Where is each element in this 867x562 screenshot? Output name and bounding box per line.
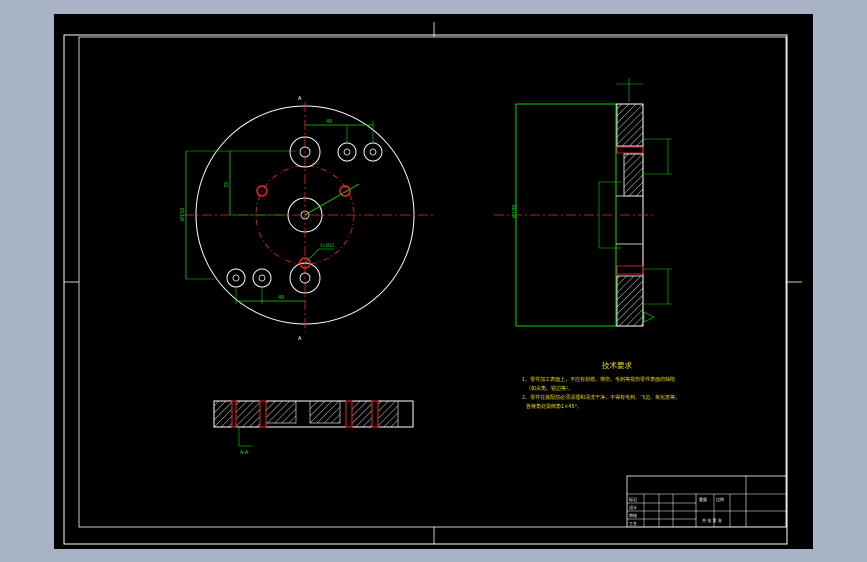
tech-line-4: 各棱角处需倒角1×45°。 (526, 403, 582, 410)
dim-bottom-label: 40 (278, 295, 284, 301)
tech-requirements: 技术要求 1、零件加工表面上，不应有划痕、擦伤、毛刺等损伤零件表面的缺陷 （如尖… (522, 360, 680, 410)
dim-side-label: Ø180 (511, 205, 518, 218)
side-hatch-mid (623, 153, 644, 197)
tb-review: 审核 (629, 512, 637, 518)
side-section-view: Ø180 (494, 78, 672, 327)
dim-top-label: 40 (326, 119, 332, 125)
hole-right-1 (337, 142, 357, 162)
dim-hole-label: 3×Ø12 (320, 243, 335, 248)
tech-line-2: （如尖角、锐边等）。 (526, 385, 574, 392)
bottom-section-view: A-A (213, 400, 414, 456)
sheet-outer-border (63, 34, 788, 545)
hole-left-2 (252, 268, 272, 288)
dim-left-label: Ø150 (179, 208, 186, 221)
tech-line-1: 1、零件加工表面上，不应有划痕、擦伤、毛刺等损伤零件表面的缺陷 (522, 376, 675, 383)
tb-process: 工艺 (629, 521, 637, 526)
front-view: A A 40 Ø150 35 40 3×Ø12 (179, 96, 434, 342)
tb-sheet: 共 张 第 张 (702, 517, 722, 523)
sheet-inner-border (78, 36, 787, 528)
side-hatch-top (616, 103, 644, 147)
tech-line-3: 2、零件在装配前必须清理和清洗干净，不得有毛刺、飞边、氧化皮等。 (522, 394, 680, 401)
drawing-canvas: A A 40 Ø150 35 40 3×Ø12 Ø180 A-A 技术要求 1、… (63, 22, 802, 545)
tech-title: 技术要求 (602, 360, 632, 370)
tb-weight: 重量 (699, 496, 707, 502)
section-note: A-A (240, 450, 249, 456)
dim-mid-label: 35 (224, 182, 230, 188)
tb-mark: 标记 (629, 496, 637, 502)
hole-left-1 (226, 268, 246, 288)
tb-design: 设计 (629, 504, 637, 510)
tb-scale: 比例 (716, 496, 724, 502)
cad-viewport[interactable]: A A 40 Ø150 35 40 3×Ø12 Ø180 A-A 技术要求 1、… (54, 14, 813, 549)
hole-right-2 (363, 142, 383, 162)
section-mark-b: A (298, 336, 302, 342)
section-mark-a: A (298, 96, 302, 102)
side-hatch-lower (616, 275, 644, 327)
title-block: 标记 设计 审核 工艺 比例 重量 共 张 第 张 (626, 475, 788, 528)
